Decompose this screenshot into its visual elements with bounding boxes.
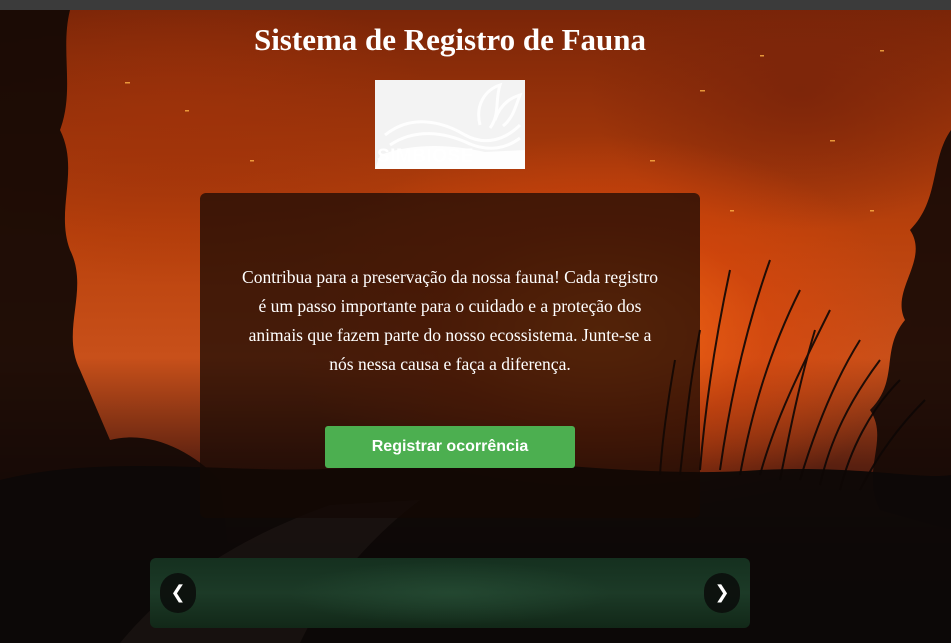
logo-wordmark: SIMBIOSE <box>377 146 474 167</box>
intro-card: Contribua para a preservação da nossa fa… <box>200 193 700 518</box>
simbiose-logo: SIMBIOSE <box>375 80 525 169</box>
browser-top-bar <box>0 0 951 10</box>
chevron-right-icon: ❯ <box>714 582 730 603</box>
carousel-next-button[interactable]: ❯ <box>704 573 740 613</box>
intro-text: Contribua para a preservação da nossa fa… <box>242 267 658 374</box>
page-title: Sistema de Registro de Fauna <box>253 22 647 57</box>
image-carousel: ❮ ❯ <box>150 558 750 628</box>
register-occurrence-button[interactable]: Registrar ocorrência <box>325 426 575 468</box>
chevron-left-icon: ❮ <box>170 582 186 603</box>
carousel-prev-button[interactable]: ❮ <box>160 573 196 613</box>
